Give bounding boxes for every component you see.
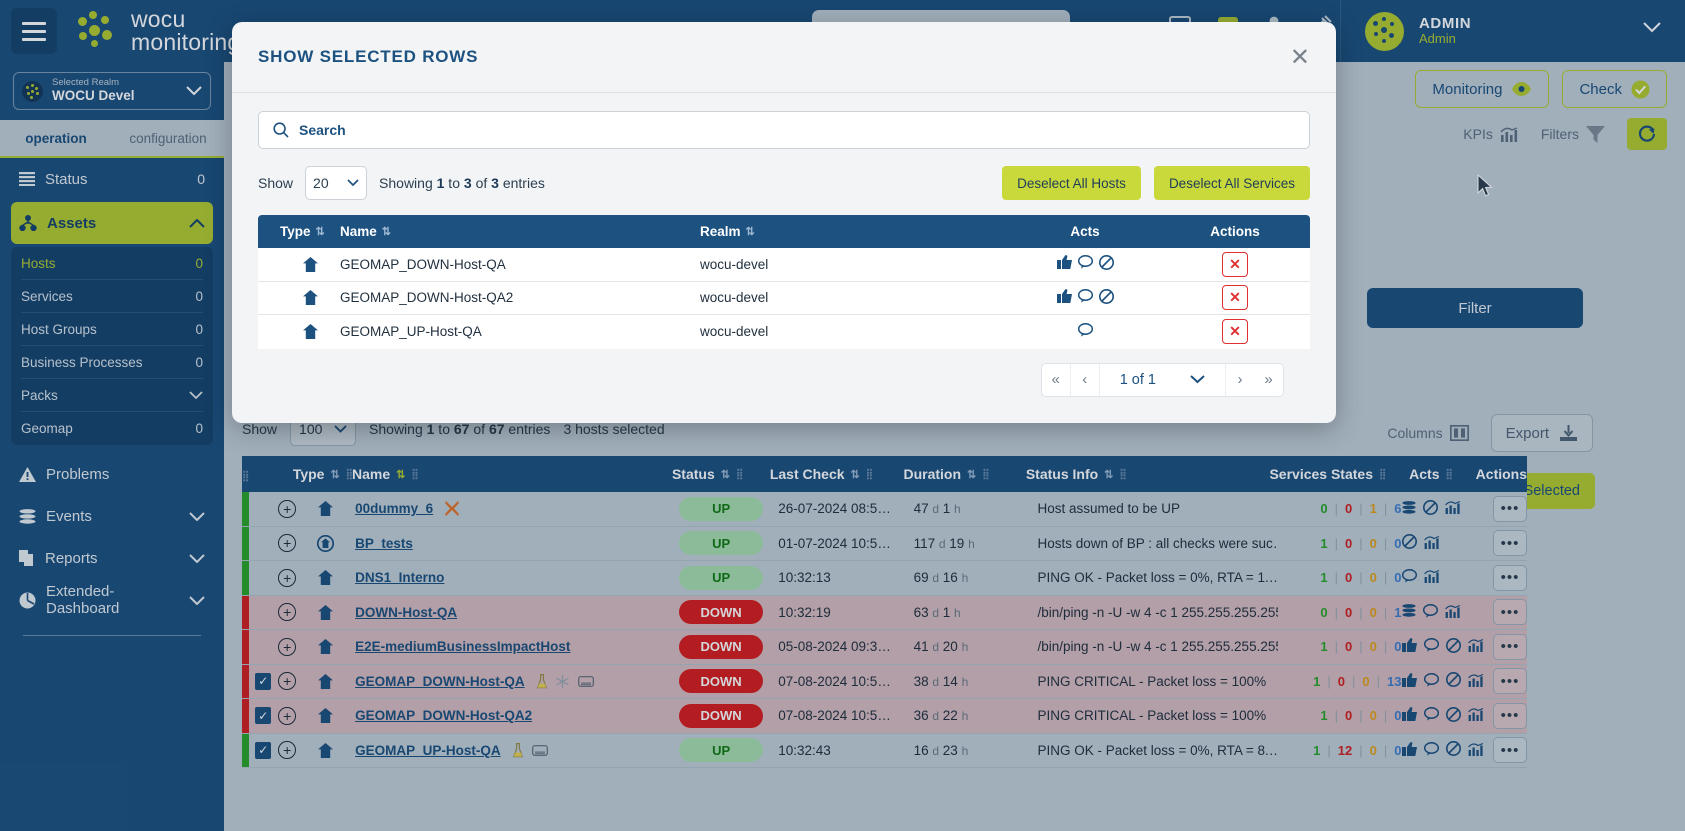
remove-row-button[interactable]: ✕ bbox=[1222, 319, 1248, 345]
act-comment-icon[interactable] bbox=[1077, 288, 1093, 307]
modal-row-type bbox=[280, 290, 340, 306]
modal-table-row[interactable]: GEOMAP_UP-Host-QA wocu-devel ✕ bbox=[258, 315, 1310, 349]
modal-search-input[interactable]: Search bbox=[299, 122, 346, 138]
show-selected-rows-modal: SHOW SELECTED ROWS ✕ Search Show 20 Show… bbox=[232, 22, 1336, 423]
modal-table-header: Type ⇅ Name ⇅ Realm ⇅ Acts Actions bbox=[258, 215, 1310, 248]
modal-col-realm[interactable]: Realm ⇅ bbox=[700, 224, 1010, 239]
act-ban-icon[interactable] bbox=[1098, 255, 1114, 273]
modal-row-type bbox=[280, 256, 340, 272]
modal-pagination: « ‹ 1 of 1 › » bbox=[258, 349, 1310, 397]
modal-controls: Show 20 Showing 1 to 3 of 3 entries Dese… bbox=[258, 166, 1310, 200]
pager: « ‹ 1 of 1 › » bbox=[1040, 362, 1284, 397]
modal-page-size-select[interactable]: 20 bbox=[305, 166, 368, 200]
deselect-all-hosts-button[interactable]: Deselect All Hosts bbox=[1002, 166, 1141, 200]
modal-title: SHOW SELECTED ROWS bbox=[258, 47, 479, 66]
act-thumb-icon[interactable] bbox=[1056, 255, 1072, 273]
modal-row-realm: wocu-devel bbox=[700, 290, 769, 306]
app-root: wocu monitoring ADMIN Admin Selected Rea… bbox=[0, 0, 1685, 831]
showing-mid: to bbox=[444, 175, 464, 191]
act-comment-icon[interactable] bbox=[1077, 255, 1093, 273]
modal-col-actions: Actions bbox=[1160, 224, 1310, 239]
modal-col-name[interactable]: Name ⇅ bbox=[340, 224, 700, 239]
col-label: Acts bbox=[1070, 224, 1100, 239]
modal-col-type[interactable]: Type ⇅ bbox=[280, 224, 340, 239]
modal-row-actions: ✕ bbox=[1160, 319, 1310, 345]
modal-deselect-buttons: Deselect All Hosts Deselect All Services bbox=[1002, 166, 1310, 200]
col-label: Realm bbox=[700, 224, 741, 239]
page-indicator[interactable]: 1 of 1 bbox=[1100, 372, 1225, 388]
modal-row-actions: ✕ bbox=[1160, 251, 1310, 277]
modal-row-realm: wocu-devel bbox=[700, 324, 769, 340]
chevron-down-icon bbox=[347, 179, 359, 187]
modal-row-realm: wocu-devel bbox=[700, 256, 769, 272]
close-icon[interactable]: ✕ bbox=[1290, 46, 1310, 70]
col-label: Name bbox=[340, 224, 377, 239]
sort-icon[interactable]: ⇅ bbox=[382, 225, 391, 238]
modal-body: Search Show 20 Showing 1 to 3 of 3 entri… bbox=[232, 93, 1336, 423]
sort-icon[interactable]: ⇅ bbox=[316, 225, 325, 238]
modal-row-acts bbox=[1010, 288, 1160, 307]
modal-row-name: GEOMAP_UP-Host-QA bbox=[340, 324, 482, 340]
modal-row-acts bbox=[1010, 255, 1160, 273]
showing-total: 3 bbox=[491, 175, 499, 191]
prev-page-button[interactable]: ‹ bbox=[1071, 363, 1100, 396]
search-icon bbox=[273, 122, 289, 138]
modal-showing-entries: Showing 1 to 3 of 3 entries bbox=[379, 175, 545, 191]
col-label: Actions bbox=[1210, 224, 1260, 239]
deselect-all-services-button[interactable]: Deselect All Services bbox=[1153, 166, 1310, 200]
chevron-down-icon[interactable] bbox=[1190, 375, 1205, 384]
modal-header: SHOW SELECTED ROWS ✕ bbox=[232, 22, 1336, 93]
act-comment-icon[interactable] bbox=[1077, 323, 1093, 340]
modal-table: Type ⇅ Name ⇅ Realm ⇅ Acts Actions GEOMA… bbox=[258, 215, 1310, 349]
modal-search-box[interactable]: Search bbox=[258, 111, 1310, 149]
remove-row-button[interactable]: ✕ bbox=[1222, 285, 1248, 311]
showing-mid2: of bbox=[471, 175, 492, 191]
first-page-button[interactable]: « bbox=[1042, 363, 1071, 396]
modal-row-acts bbox=[1010, 323, 1160, 340]
modal-row-name: GEOMAP_DOWN-Host-QA bbox=[340, 256, 506, 272]
page-indicator-text: 1 of 1 bbox=[1119, 371, 1156, 388]
col-label: Type bbox=[280, 224, 311, 239]
modal-table-row[interactable]: GEOMAP_DOWN-Host-QA2 wocu-devel ✕ bbox=[258, 281, 1310, 315]
modal-col-acts: Acts bbox=[1010, 224, 1160, 239]
modal-row-name: GEOMAP_DOWN-Host-QA2 bbox=[340, 290, 514, 306]
showing-pre: Showing bbox=[379, 175, 437, 191]
remove-row-button[interactable]: ✕ bbox=[1222, 251, 1248, 277]
modal-row-type bbox=[280, 324, 340, 340]
modal-table-body: GEOMAP_DOWN-Host-QA wocu-devel ✕ GEOMAP_DOW… bbox=[258, 248, 1310, 349]
modal-page-size-value: 20 bbox=[313, 175, 329, 191]
act-ban-icon[interactable] bbox=[1098, 288, 1114, 307]
showing-to: 3 bbox=[463, 175, 472, 191]
modal-show-label: Show bbox=[258, 175, 294, 191]
act-thumb-icon[interactable] bbox=[1056, 288, 1072, 307]
modal-table-row[interactable]: GEOMAP_DOWN-Host-QA wocu-devel ✕ bbox=[258, 248, 1310, 282]
next-page-button[interactable]: › bbox=[1225, 363, 1254, 396]
modal-row-actions: ✕ bbox=[1160, 285, 1310, 311]
sort-icon[interactable]: ⇅ bbox=[746, 225, 755, 238]
showing-post: entries bbox=[498, 175, 545, 191]
last-page-button[interactable]: » bbox=[1254, 364, 1283, 396]
